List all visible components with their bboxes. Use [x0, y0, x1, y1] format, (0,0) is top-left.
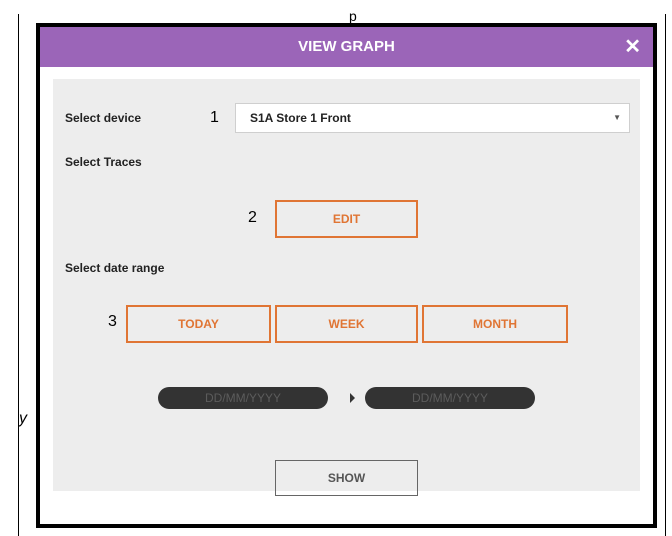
close-icon[interactable]: ✕ — [624, 27, 641, 67]
dialog-body: Select device 1 S1A Store 1 Front ▼ Sele… — [53, 79, 640, 496]
clipped-text-fragment: p — [349, 8, 357, 24]
start-date-input[interactable]: DD/MM/YYYY — [158, 387, 328, 409]
select-date-range-label: Select date range — [65, 261, 165, 275]
step-marker-1: 1 — [210, 109, 219, 126]
dialog-header: VIEW GRAPH ✕ — [40, 27, 653, 67]
date-range-arrow-icon — [350, 393, 355, 403]
view-graph-dialog: VIEW GRAPH ✕ Select device 1 S1A Store 1… — [36, 23, 657, 528]
dropdown-arrow-icon: ▼ — [613, 113, 621, 122]
dialog-title: VIEW GRAPH — [298, 38, 395, 55]
show-button[interactable]: SHOW — [275, 460, 418, 496]
device-select[interactable]: S1A Store 1 Front ▼ — [235, 103, 630, 133]
select-device-label: Select device — [65, 111, 142, 125]
clipped-text-fragment-side: y — [19, 410, 27, 427]
end-date-input[interactable]: DD/MM/YYYY — [365, 387, 535, 409]
edit-traces-button[interactable]: EDIT — [275, 200, 418, 238]
today-button[interactable]: TODAY — [126, 305, 271, 343]
month-button[interactable]: MONTH — [422, 305, 568, 343]
step-marker-3: 3 — [108, 313, 117, 330]
week-button[interactable]: WEEK — [275, 305, 418, 343]
select-traces-label: Select Traces — [65, 155, 142, 169]
step-marker-2: 2 — [248, 209, 257, 226]
device-select-value: S1A Store 1 Front — [250, 111, 351, 125]
